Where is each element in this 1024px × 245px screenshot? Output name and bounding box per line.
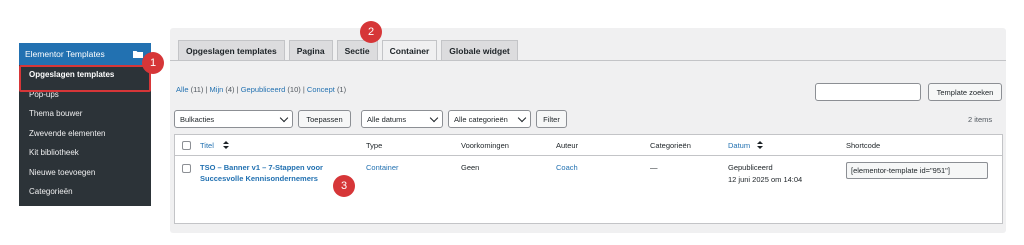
tab-container[interactable]: Container: [381, 40, 438, 61]
dates-select[interactable]: Alle datums: [361, 110, 443, 128]
sidebar-header[interactable]: Elementor Templates: [19, 43, 151, 65]
row-checkbox[interactable]: [182, 164, 191, 173]
column-categories: Categorieën: [650, 141, 691, 150]
bulk-actions-value: Bulkacties: [180, 114, 215, 124]
chevron-down-icon: [517, 113, 527, 122]
highlight-box: [19, 65, 151, 92]
template-type-tabs: Opgeslagen templates Pagina Sectie Conta…: [178, 40, 518, 61]
tab-global-widget[interactable]: Globale widget: [441, 40, 518, 61]
column-title[interactable]: Titel: [200, 141, 214, 150]
template-date: 12 juni 2025 om 14:04: [728, 175, 803, 184]
shortcode-value: [elementor-template id="951"]: [851, 166, 950, 175]
filter-all-link[interactable]: Alle: [176, 85, 189, 94]
sidebar-item-categories[interactable]: Categorieën: [19, 182, 151, 202]
tabs-divider: [170, 60, 1006, 61]
template-instances: Geen: [461, 163, 480, 172]
bulk-actions-select[interactable]: Bulkacties: [174, 110, 293, 128]
filter-draft-link[interactable]: Concept: [307, 85, 335, 94]
filter-mine-link[interactable]: Mijn: [210, 85, 224, 94]
column-author: Auteur: [556, 141, 579, 150]
filter-separator: |: [205, 85, 208, 94]
template-title-link[interactable]: TSO – Banner v1 – 7-Stappen voor Succesv…: [200, 162, 350, 184]
column-date[interactable]: Datum: [728, 141, 750, 150]
filter-separator: |: [302, 85, 305, 94]
column-shortcode: Shortcode: [846, 141, 881, 150]
categories-value: Alle categorieën: [454, 114, 508, 124]
template-type-link[interactable]: Container: [366, 163, 399, 172]
templates-table: Titel Type Voorkomingen Auteur Categorie…: [174, 134, 1003, 224]
template-categories: —: [650, 163, 658, 172]
sidebar-item-label: Nieuwe toevoegen: [29, 167, 96, 177]
tab-saved-templates[interactable]: Opgeslagen templates: [178, 40, 285, 61]
sidebar-item-theme-builder[interactable]: Thema bouwer: [19, 104, 151, 124]
sort-icon: [223, 141, 229, 150]
filter-mine-count: (4): [225, 85, 235, 94]
sidebar-item-label: Zwevende elementen: [29, 128, 106, 138]
sidebar-header-label: Elementor Templates: [25, 49, 105, 59]
sort-icon: [757, 141, 763, 150]
items-count: 2 items: [968, 115, 993, 124]
table-header: Titel Type Voorkomingen Auteur Categorie…: [175, 135, 1002, 156]
sidebar-item-label: Categorieën: [29, 187, 73, 197]
filter-published-link[interactable]: Gepubliceerd: [241, 85, 286, 94]
filter-all-count: (11): [190, 85, 204, 94]
column-instances: Voorkomingen: [461, 141, 509, 150]
step-badge-1: 1: [142, 52, 164, 74]
template-author-link[interactable]: Coach: [556, 163, 578, 172]
chevron-down-icon: [279, 113, 289, 122]
dates-value: Alle datums: [367, 114, 407, 124]
step-badge-3: 3: [333, 175, 355, 197]
search-templates-button[interactable]: Template zoeken: [928, 83, 1002, 101]
select-all-checkbox[interactable]: [182, 141, 191, 150]
sidebar-item-floating-elements[interactable]: Zwevende elementen: [19, 124, 151, 144]
status-filters: Alle (11) | Mijn (4) | Gepubliceerd (10)…: [176, 85, 346, 94]
filter-button[interactable]: Filter: [536, 110, 567, 128]
chevron-down-icon: [429, 113, 439, 122]
tab-section[interactable]: Sectie: [336, 40, 378, 61]
column-type: Type: [366, 141, 383, 150]
categories-select[interactable]: Alle categorieën: [448, 110, 531, 128]
tab-page[interactable]: Pagina: [288, 40, 333, 61]
search-input[interactable]: [815, 83, 921, 101]
sidebar-item-add-new[interactable]: Nieuwe toevoegen: [19, 163, 151, 183]
template-status: Gepubliceerd: [728, 163, 773, 172]
sidebar-item-label: Kit bibliotheek: [29, 148, 79, 158]
shortcode-field[interactable]: [elementor-template id="951"]: [846, 162, 988, 179]
apply-button[interactable]: Toepassen: [298, 110, 351, 128]
filter-separator: |: [236, 85, 239, 94]
sidebar-item-label: Thema bouwer: [29, 109, 83, 119]
step-badge-2: 2: [360, 21, 382, 43]
filter-draft-count: (1): [336, 85, 347, 94]
sidebar-item-kit-library[interactable]: Kit bibliotheek: [19, 143, 151, 163]
filter-published-count: (10): [287, 85, 301, 94]
folder-icon: [133, 51, 143, 58]
